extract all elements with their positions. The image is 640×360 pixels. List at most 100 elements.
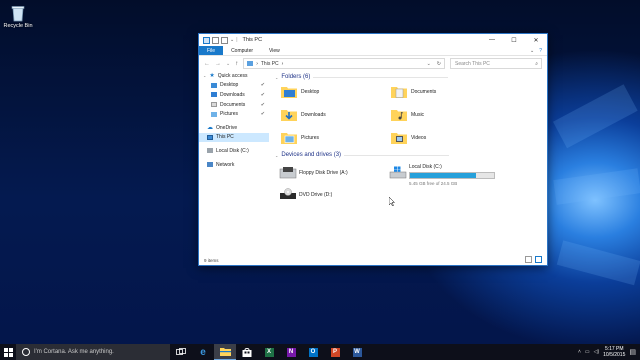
expand-ribbon-icon[interactable]: ⌄ — [530, 48, 534, 54]
folder-downloads[interactable]: Downloads — [281, 108, 326, 121]
large-icons-view-icon[interactable] — [535, 256, 542, 263]
nav-downloads[interactable]: Downloads ✔ — [199, 90, 269, 100]
recycle-bin-icon — [9, 4, 27, 22]
show-hidden-icons-button[interactable]: ˄ — [578, 349, 581, 355]
cortana-search-box[interactable]: I'm Cortana. Ask me anything. — [16, 344, 170, 360]
drive-label: Floppy Disk Drive (A:) — [299, 169, 348, 176]
store-icon — [242, 347, 252, 357]
folder-videos[interactable]: Videos — [391, 131, 426, 144]
music-folder-icon — [391, 108, 407, 121]
folder-documents[interactable]: Documents — [391, 85, 436, 98]
outlook-taskbar-button[interactable]: O — [302, 344, 324, 360]
nav-documents[interactable]: Documents ✔ — [199, 100, 269, 110]
minimize-button[interactable]: — — [481, 34, 503, 46]
drive-local-disk[interactable]: Local Disk (C:) 5.45 GB free of 24.5 GB — [389, 164, 495, 186]
word-taskbar-button[interactable]: W — [346, 344, 368, 360]
network-tray-icon[interactable]: ▭ — [585, 349, 590, 355]
nav-pictures[interactable]: Pictures ✔ — [199, 109, 269, 119]
folder-desktop[interactable]: Desktop — [281, 85, 319, 98]
system-tray: ˄ ▭ ◁) 5:17 PM 10/5/2015 ▤ — [578, 346, 640, 358]
volume-tray-icon[interactable]: ◁) — [594, 349, 600, 355]
customize-toolbar-icon[interactable]: ⌄ — [230, 37, 234, 43]
titlebar-separator: | — [236, 37, 238, 43]
store-taskbar-button[interactable] — [236, 344, 258, 360]
recycle-bin-shortcut[interactable]: Recycle Bin — [2, 4, 34, 29]
cloud-icon: ☁ — [207, 125, 213, 132]
address-dropdown-icon[interactable]: ⌄ — [427, 61, 434, 67]
folder-label: Pictures — [301, 134, 320, 141]
breadcrumb-this-pc[interactable]: This PC — [261, 61, 279, 67]
nav-quick-access[interactable]: ⌄ ★ Quick access — [199, 71, 269, 81]
nav-local-disk[interactable]: Local Disk (C:) — [199, 146, 269, 156]
up-button[interactable]: ↑ — [235, 61, 238, 67]
pictures-folder-icon — [281, 131, 297, 144]
file-explorer-icon — [219, 348, 231, 356]
start-button[interactable] — [0, 344, 16, 360]
forward-button[interactable]: → — [215, 61, 221, 67]
cortana-placeholder: I'm Cortana. Ask me anything. — [34, 349, 114, 355]
drive-floppy[interactable]: Floppy Disk Drive (A:) — [279, 166, 348, 179]
word-icon: W — [352, 347, 362, 357]
nav-onedrive[interactable]: ☁ OneDrive — [199, 123, 269, 133]
window-titlebar[interactable]: ⌄ | This PC — ☐ ✕ — [199, 34, 547, 46]
devices-group-label: Devices and drives (3) — [281, 152, 342, 158]
search-box[interactable]: Search This PC ⌕ — [450, 58, 542, 69]
status-bar-item-count: 9 items — [204, 258, 219, 263]
cortana-icon — [22, 348, 30, 356]
close-button[interactable]: ✕ — [525, 34, 547, 46]
excel-icon: X — [264, 347, 274, 357]
clock-date: 10/5/2015 — [603, 352, 626, 358]
network-icon — [207, 162, 213, 168]
view-toggle-group — [525, 256, 542, 263]
powerpoint-taskbar-button[interactable]: P — [324, 344, 346, 360]
folder-pictures[interactable]: Pictures — [281, 131, 319, 144]
window-controls: — ☐ ✕ — [481, 34, 547, 46]
task-view-button[interactable] — [170, 344, 192, 360]
drive-dvd[interactable]: DVD Drive (D:) — [279, 188, 332, 201]
window-title: This PC — [242, 37, 263, 43]
back-button[interactable]: ← — [204, 61, 210, 67]
nav-this-pc[interactable]: This PC — [199, 132, 269, 143]
folders-group-header[interactable]: ⌄ Folders (6) — [275, 74, 449, 80]
excel-taskbar-button[interactable]: X — [258, 344, 280, 360]
maximize-button[interactable]: ☐ — [503, 34, 525, 46]
drive-label: DVD Drive (D:) — [299, 191, 333, 198]
star-icon: ★ — [209, 73, 215, 80]
clock[interactable]: 5:17 PM 10/5/2015 — [603, 346, 625, 358]
new-folder-icon[interactable] — [221, 36, 228, 44]
documents-folder-icon — [211, 102, 217, 108]
taskbar: I'm Cortana. Ask me anything. e X N O P … — [0, 344, 640, 360]
nav-quick-access-label: Quick access — [217, 72, 248, 79]
onenote-taskbar-button[interactable]: N — [280, 344, 302, 360]
action-center-icon[interactable]: ▤ — [629, 348, 636, 356]
outlook-icon: O — [308, 347, 318, 357]
windows-drive-icon — [389, 166, 407, 179]
address-bar[interactable]: › This PC › ⌄ ↻ — [243, 58, 445, 69]
properties-icon[interactable] — [212, 36, 219, 44]
mouse-cursor — [388, 196, 396, 208]
refresh-icon[interactable]: ↻ — [437, 61, 444, 67]
documents-folder-icon — [391, 85, 407, 98]
devices-group-header[interactable]: ⌄ Devices and drives (3) — [275, 152, 450, 158]
tab-view[interactable]: View — [261, 46, 288, 55]
tab-file[interactable]: File — [199, 46, 224, 55]
tab-computer[interactable]: Computer — [223, 46, 261, 55]
recent-locations-button[interactable]: ⌄ — [226, 61, 230, 67]
address-bar-row: ← → ⌄ ↑ › This PC › ⌄ ↻ Search This PC ⌕ — [199, 56, 547, 71]
nav-desktop[interactable]: Desktop ✔ — [199, 81, 269, 91]
details-view-icon[interactable] — [525, 256, 532, 263]
breadcrumb-separator-end: › — [281, 60, 284, 67]
pin-icon: ✔ — [260, 101, 265, 108]
file-explorer-window: ⌄ | This PC — ☐ ✕ File Computer View ⌄ ?… — [198, 33, 548, 266]
group-divider — [344, 154, 450, 156]
dvd-drive-icon — [279, 188, 296, 201]
desktop-folder-icon — [211, 82, 217, 88]
file-explorer-taskbar-button[interactable] — [214, 344, 236, 360]
edge-taskbar-button[interactable]: e — [192, 344, 214, 360]
videos-folder-icon — [391, 131, 407, 144]
folder-music[interactable]: Music — [391, 108, 424, 121]
help-icon[interactable]: ? — [539, 48, 542, 54]
windows-logo-icon — [3, 347, 13, 357]
pin-icon: ✔ — [260, 82, 265, 89]
nav-network[interactable]: Network — [199, 160, 269, 170]
